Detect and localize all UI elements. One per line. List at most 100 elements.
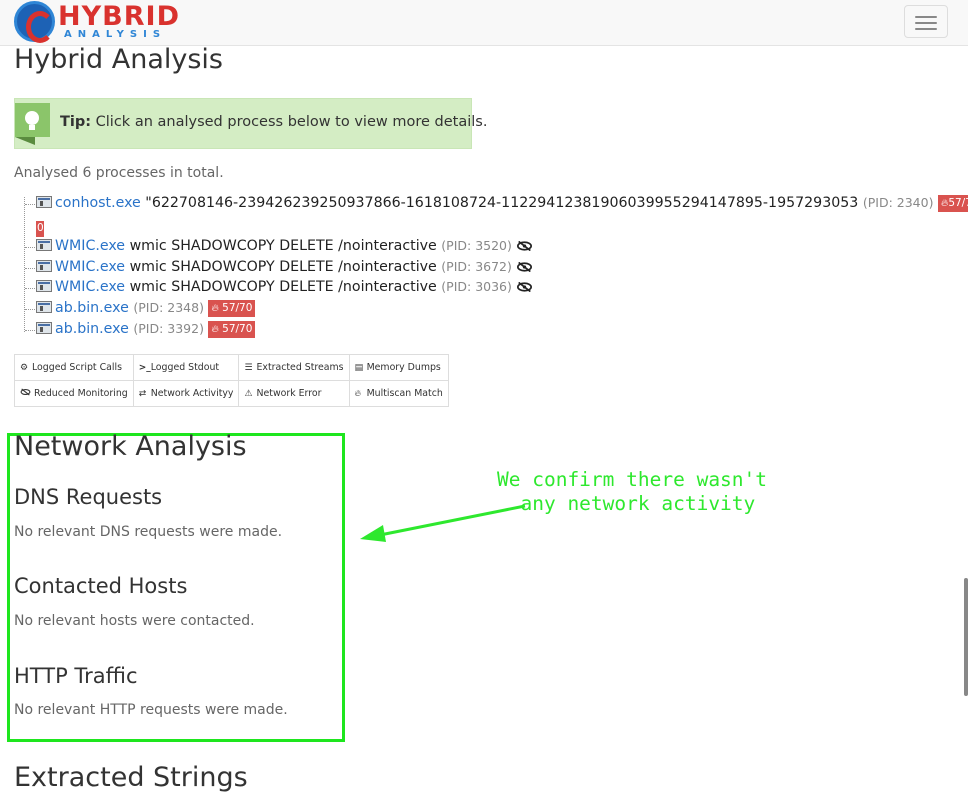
eye-slash-icon [517,262,533,272]
process-args: wmic SHADOWCOPY DELETE /nointeractive [129,279,437,295]
tree-connector [25,204,35,205]
eye-slash-icon [517,282,533,292]
badge-text: 57/70 [222,323,253,335]
flame-icon: 🔥︎ [354,389,362,399]
process-tree-line [24,197,25,332]
legend-item: ▤ Memory Dumps [348,354,449,381]
legend-item: ⚙ Logged Script Calls [14,354,134,381]
process-window-icon [36,196,52,208]
process-pid: (PID: 2340) [862,195,934,210]
logo-mark-icon [14,1,55,43]
tip-text: Tip: Click an analysed process below to … [60,114,487,130]
multiscan-badge[interactable]: 🔥︎ 57/70 [208,300,256,317]
process-row[interactable]: ab.bin.exe (PID: 2348) 🔥︎ 57/70 [25,300,256,317]
process-pid: (PID: 3672) [441,259,512,274]
dns-requests-text: No relevant DNS requests were made. [14,524,283,540]
tree-connector [25,309,35,310]
exchange-icon: ⇄ [138,389,147,399]
menu-toggle-button[interactable] [904,5,948,38]
hamburger-icon-bar [915,22,937,24]
legend-label: Reduced Monitoring [34,388,128,399]
legend-item: Reduced Monitoring [14,380,134,407]
legend-item: 🔥︎ Multiscan Match [348,380,449,407]
legend-item: ☰ Extracted Streams [238,354,350,381]
badge-text: 57/7 [948,197,968,209]
legend-label: Logged Stdout [150,362,220,373]
tree-connector [25,330,35,331]
http-traffic-heading: HTTP Traffic [14,664,138,688]
logo-sub-text: ANALYSIS [64,29,167,40]
page-scrollbar[interactable] [964,578,968,696]
process-pid: (PID: 3520) [441,238,512,253]
process-name-link[interactable]: WMIC.exe [55,259,125,275]
process-window-icon [36,301,52,313]
lightbulb-icon [15,103,50,145]
tree-connector [25,288,35,289]
top-navbar: HYBRID ANALYSIS [0,0,968,46]
process-window-icon [36,260,52,272]
process-row[interactable]: WMIC.exe wmic SHADOWCOPY DELETE /nointer… [25,279,533,295]
process-name-link[interactable]: ab.bin.exe [55,321,129,337]
tip-message: Click an analysed process below to view … [95,114,488,130]
lightbulb-shape [25,111,39,130]
badge-text: 57/70 [222,302,253,314]
process-count-summary: Analysed 6 processes in total. [14,165,224,181]
contacted-hosts-text: No relevant hosts were contacted. [14,613,255,629]
flame-icon: 🔥︎ [211,324,219,335]
hamburger-icon [915,16,937,18]
legend-label: Network Activityy [150,388,234,399]
legend-item: ⚠ Network Error [238,380,350,407]
warning-icon: ⚠ [244,389,253,399]
process-row[interactable]: conhost.exe "622708146-23942623925093786… [25,195,968,212]
multiscan-badge[interactable]: 🔥︎57/7 [937,195,968,212]
hybrid-analysis-heading: Hybrid Analysis [14,44,223,75]
legend-table: ⚙ Logged Script Calls >_Logged Stdout ☰ Ex… [14,354,449,407]
process-row[interactable]: WMIC.exe wmic SHADOWCOPY DELETE /nointer… [25,238,533,254]
process-name-link[interactable]: ab.bin.exe [55,300,129,316]
flame-icon: 🔥︎ [211,303,219,314]
annotation-text: We confirm there wasn't any network acti… [497,468,768,515]
process-row[interactable]: WMIC.exe wmic SHADOWCOPY DELETE /nointer… [25,259,533,275]
legend-item: ⇄ Network Activityy [132,380,240,407]
process-args: wmic SHADOWCOPY DELETE /nointeractive [129,259,437,275]
legend-label: Extracted Streams [256,362,344,373]
process-pid: (PID: 3392) [133,321,204,336]
tree-connector [25,247,35,248]
process-pid: (PID: 3036) [441,279,512,294]
multiscan-badge-wrap: 0 [36,221,44,237]
process-window-icon [36,239,52,251]
process-args: wmic SHADOWCOPY DELETE /nointeractive [129,238,437,254]
legend-label: Memory Dumps [366,362,441,373]
process-pid: (PID: 2348) [133,300,204,315]
hamburger-icon-bar [915,28,937,30]
eye-slash-icon [517,241,533,251]
dns-requests-heading: DNS Requests [14,485,163,509]
eye-slash-icon [20,388,31,396]
process-name-link[interactable]: WMIC.exe [55,279,125,295]
gear-icon: ⚙ [20,363,29,373]
process-window-icon [36,322,52,334]
process-row[interactable]: ab.bin.exe (PID: 3392) 🔥︎ 57/70 [25,321,256,338]
annotation-arrow-icon [360,504,526,542]
contacted-hosts-heading: Contacted Hosts [14,574,188,598]
tip-box: Tip: Click an analysed process below to … [14,98,487,149]
tip-label: Tip: [60,114,92,130]
legend-label: Logged Script Calls [32,362,122,373]
hybrid-analysis-logo[interactable]: HYBRID ANALYSIS [14,1,184,43]
extracted-strings-heading: Extracted Strings [14,762,248,793]
process-args: "622708146-23942623925093786​6-161810872… [145,195,859,211]
terminal-icon: >_ [138,363,151,373]
list-icon: ☰ [244,363,253,373]
multiscan-badge[interactable]: 🔥︎ 57/70 [208,321,256,338]
legend-label: Multiscan Match [366,388,443,399]
process-window-icon [36,280,52,292]
network-analysis-heading: Network Analysis [14,431,247,462]
logo-main-text: HYBRID [58,1,180,32]
legend-item: >_Logged Stdout [132,354,240,381]
process-name-link[interactable]: WMIC.exe [55,238,125,254]
tree-connector [25,268,35,269]
process-name-link[interactable]: conhost.exe [55,195,141,211]
hdd-icon: ▤ [354,363,364,373]
http-traffic-text: No relevant HTTP requests were made. [14,702,288,718]
legend-label: Network Error [256,388,322,399]
